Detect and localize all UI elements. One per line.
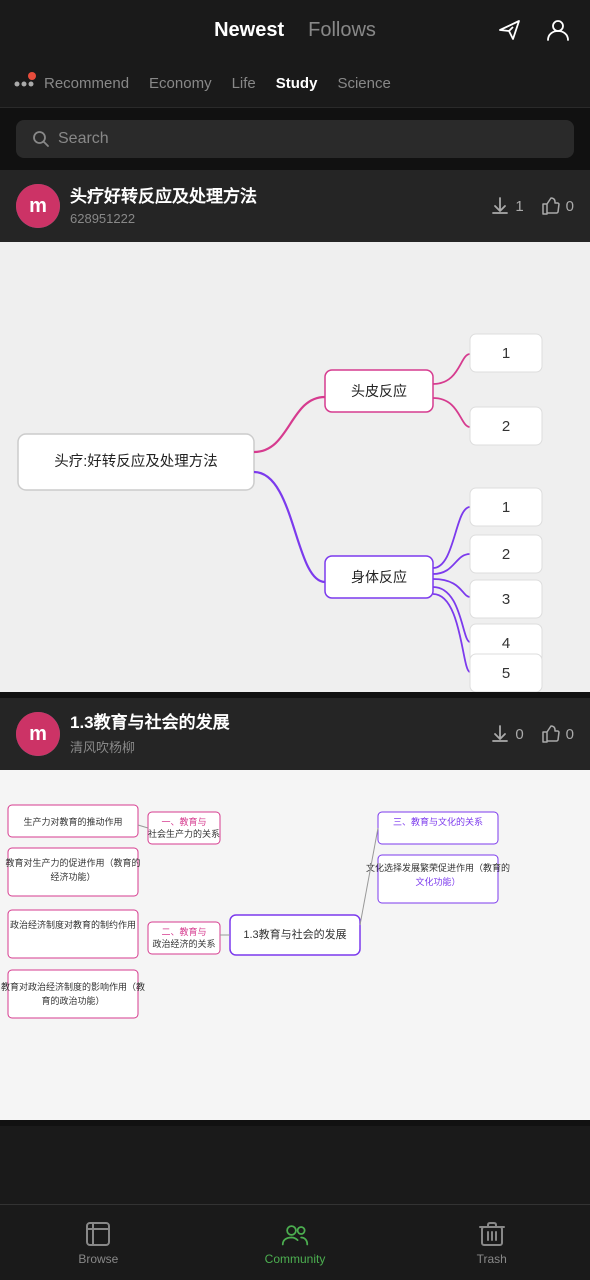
category-tabs: Recommend Economy Life Study Science — [44, 75, 391, 92]
cat-life[interactable]: Life — [232, 75, 256, 92]
post2-image: 生产力对教育的推动作用 教育对生产力的促进作用（教育的 经济功能） 政治经济制度… — [0, 770, 590, 1120]
svg-text:经济功能）: 经济功能） — [50, 871, 95, 882]
cat-economy[interactable]: Economy — [149, 75, 212, 92]
nav-community[interactable]: Community — [197, 1220, 394, 1266]
post2-header: m 1.3教育与社会的发展 清风吹杨柳 0 0 — [0, 698, 590, 770]
svg-text:三、教育与文化的关系: 三、教育与文化的关系 — [393, 816, 483, 827]
post2-author: 清风吹杨柳 — [70, 737, 489, 756]
svg-text:社会生产力的关系: 社会生产力的关系 — [148, 828, 220, 839]
cat-recommend[interactable]: Recommend — [44, 75, 129, 92]
post-card-1: m 头疗好转反应及处理方法 628951222 1 0 — [0, 170, 590, 698]
nav-browse[interactable]: Browse — [0, 1220, 197, 1266]
search-bar: Search — [0, 108, 590, 170]
post1-download-count: 1 — [515, 198, 523, 215]
svg-text:一、教育与: 一、教育与 — [161, 816, 206, 827]
post1-meta: 头疗好转反应及处理方法 628951222 — [70, 186, 489, 225]
post2-avatar: m — [16, 712, 60, 756]
notification-dot — [28, 72, 36, 80]
post2-mindmap: 生产力对教育的推动作用 教育对生产力的促进作用（教育的 经济功能） 政治经济制度… — [0, 770, 590, 1120]
post2-meta: 1.3教育与社会的发展 清风吹杨柳 — [70, 712, 489, 755]
svg-text:生产力对教育的推动作用: 生产力对教育的推动作用 — [23, 816, 122, 827]
svg-text:m: m — [29, 723, 47, 745]
svg-text:m: m — [29, 195, 47, 217]
cat-study[interactable]: Study — [276, 75, 318, 92]
svg-text:教育对生产力的促进作用（教育的: 教育对生产力的促进作用（教育的 — [5, 857, 140, 868]
header-tabs: Newest Follows — [214, 19, 376, 42]
svg-text:文化功能）: 文化功能） — [415, 876, 460, 887]
category-bar: Recommend Economy Life Study Science — [0, 60, 590, 108]
nav-browse-label: Browse — [78, 1252, 118, 1266]
download-icon — [489, 195, 511, 217]
mindmap-overlay: 头疗:好转反应及处理方法 头皮反应 身体反应 1 2 1 — [0, 242, 590, 692]
post2-actions: 0 0 — [489, 723, 574, 745]
user-icon[interactable] — [542, 14, 574, 46]
post2-download-btn[interactable]: 0 — [489, 723, 523, 745]
nav-trash[interactable]: Trash — [393, 1220, 590, 1266]
svg-text:2: 2 — [502, 546, 510, 563]
svg-text:5: 5 — [502, 665, 510, 682]
svg-text:1: 1 — [502, 499, 510, 516]
svg-text:4: 4 — [502, 635, 510, 652]
nav-community-label: Community — [265, 1252, 326, 1266]
cat-science[interactable]: Science — [337, 75, 390, 92]
post2-like-count: 0 — [566, 726, 574, 743]
mindmap-area: 头疗:好转反应及处理方法 头皮反应 身体反应 1 2 1 2 — [0, 242, 590, 692]
svg-text:1: 1 — [502, 345, 510, 362]
tab-newest[interactable]: Newest — [214, 19, 284, 42]
post-card-2: m 1.3教育与社会的发展 清风吹杨柳 0 0 — [0, 698, 590, 1126]
svg-text:3: 3 — [502, 591, 510, 608]
send-icon[interactable] — [494, 14, 526, 46]
post2-download-count: 0 — [515, 726, 523, 743]
bottom-spacer — [0, 1126, 590, 1202]
search-input-wrapper[interactable]: Search — [16, 120, 574, 158]
like-icon — [540, 195, 562, 217]
svg-text:头疗:好转反应及处理方法: 头疗:好转反应及处理方法 — [54, 452, 218, 470]
bottom-nav: Browse Community Trash — [0, 1204, 590, 1280]
post1-like-count: 0 — [566, 198, 574, 215]
more-icon[interactable] — [8, 68, 40, 100]
svg-text:二、教育与: 二、教育与 — [161, 926, 206, 937]
search-icon — [32, 130, 50, 148]
post2-like-btn[interactable]: 0 — [540, 723, 574, 745]
post1-actions: 1 0 — [489, 195, 574, 217]
svg-text:政治经济制度对教育的制约作用: 政治经济制度对教育的制约作用 — [10, 919, 136, 930]
svg-text:2: 2 — [502, 418, 510, 435]
post2-title[interactable]: 1.3教育与社会的发展 — [70, 712, 489, 734]
post1-avatar: m — [16, 184, 60, 228]
like-icon-2 — [540, 723, 562, 745]
post1-download-btn[interactable]: 1 — [489, 195, 523, 217]
svg-text:1.3教育与社会的发展: 1.3教育与社会的发展 — [243, 927, 346, 941]
header-icons — [494, 14, 574, 46]
svg-text:身体反应: 身体反应 — [351, 569, 407, 585]
svg-text:文化选择发展繁荣促进作用（教育的: 文化选择发展繁荣促进作用（教育的 — [366, 862, 510, 873]
nav-trash-label: Trash — [477, 1252, 507, 1266]
post1-header: m 头疗好转反应及处理方法 628951222 1 0 — [0, 170, 590, 242]
search-placeholder: Search — [58, 130, 109, 148]
svg-text:政治经济的关系: 政治经济的关系 — [152, 938, 215, 949]
tab-follows[interactable]: Follows — [308, 19, 376, 42]
download-icon-2 — [489, 723, 511, 745]
svg-text:教育对政治经济制度的影响作用（教: 教育对政治经济制度的影响作用（教 — [1, 981, 145, 992]
post1-title[interactable]: 头疗好转反应及处理方法 — [70, 186, 489, 208]
header: Newest Follows — [0, 0, 590, 60]
post1-like-btn[interactable]: 0 — [540, 195, 574, 217]
trash-icon — [478, 1220, 506, 1248]
browse-icon — [84, 1220, 112, 1248]
community-icon — [281, 1220, 309, 1248]
svg-text:头皮反应: 头皮反应 — [351, 383, 407, 399]
svg-text:育的政治功能）: 育的政治功能） — [41, 995, 104, 1006]
post1-author: 628951222 — [70, 211, 489, 226]
